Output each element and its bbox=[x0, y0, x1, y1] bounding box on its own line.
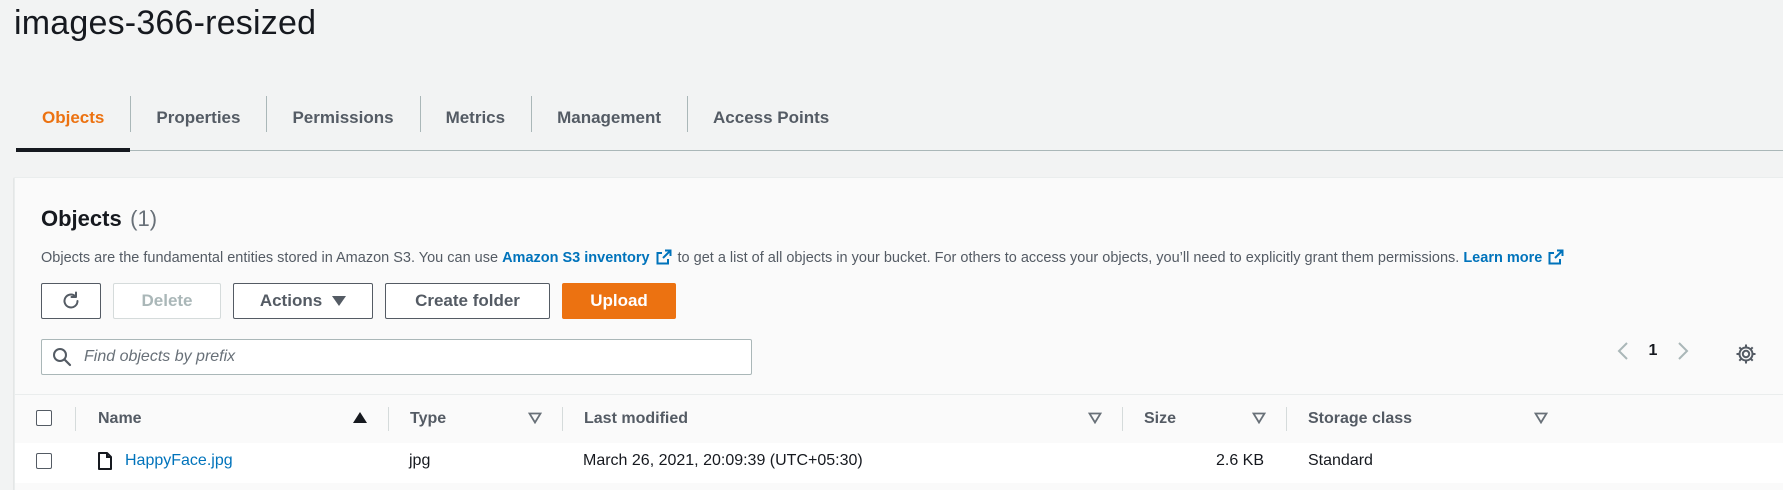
object-count: (1) bbox=[130, 206, 158, 231]
panel-header: Objects (1) bbox=[41, 206, 157, 232]
column-last-modified-label: Last modified bbox=[584, 410, 689, 427]
column-size-label: Size bbox=[1144, 410, 1177, 427]
column-size[interactable]: Size bbox=[1122, 395, 1286, 443]
tab-metrics[interactable]: Metrics bbox=[419, 86, 532, 150]
column-type[interactable]: Type bbox=[388, 395, 562, 443]
objects-panel: Objects (1) Objects are the fundamental … bbox=[14, 177, 1783, 490]
row-checkbox[interactable] bbox=[36, 453, 52, 469]
search-input[interactable] bbox=[82, 347, 751, 367]
description-text-2: to get a list of all objects in your buc… bbox=[677, 250, 1460, 266]
create-folder-button[interactable]: Create folder bbox=[385, 283, 550, 319]
description-text-1: Objects are the fundamental entities sto… bbox=[41, 250, 499, 266]
actions-button[interactable]: Actions bbox=[233, 283, 373, 319]
external-link-icon[interactable] bbox=[656, 249, 672, 265]
tab-access-points[interactable]: Access Points bbox=[687, 86, 855, 150]
caret-down-icon bbox=[332, 296, 347, 306]
sort-descending-icon bbox=[1534, 412, 1548, 424]
object-name-cell: HappyFace.jpg bbox=[97, 443, 233, 479]
table-row[interactable]: HappyFace.jpg jpg March 26, 2021, 20:09:… bbox=[15, 443, 1783, 483]
tab-management[interactable]: Management bbox=[531, 86, 687, 150]
actions-label: Actions bbox=[259, 291, 323, 310]
column-name-label: Name bbox=[98, 410, 142, 427]
object-storage-class-cell: Standard bbox=[1308, 452, 1373, 469]
sort-ascending-icon bbox=[353, 412, 367, 423]
chevron-right-icon[interactable] bbox=[1675, 341, 1691, 361]
object-size-cell: 2.6 KB bbox=[1215, 452, 1264, 469]
learn-more-link[interactable]: Learn more bbox=[1463, 250, 1542, 266]
sort-descending-icon bbox=[1252, 412, 1266, 424]
pagination: 1 bbox=[1615, 341, 1691, 361]
page-number[interactable]: 1 bbox=[1643, 342, 1663, 360]
bucket-title: images-366-resized bbox=[14, 4, 317, 42]
refresh-button[interactable] bbox=[41, 283, 101, 319]
search-box bbox=[41, 339, 752, 375]
tab-properties[interactable]: Properties bbox=[130, 86, 266, 150]
sort-descending-icon bbox=[528, 412, 542, 424]
sort-descending-icon bbox=[1088, 412, 1102, 424]
upload-button[interactable]: Upload bbox=[562, 283, 676, 319]
delete-button[interactable]: Delete bbox=[113, 283, 221, 319]
object-name-link[interactable]: HappyFace.jpg bbox=[125, 452, 233, 470]
chevron-left-icon[interactable] bbox=[1615, 341, 1631, 361]
refresh-icon bbox=[63, 291, 79, 309]
search-icon bbox=[53, 348, 72, 367]
object-last-modified-cell: March 26, 2021, 20:09:39 (UTC+05:30) bbox=[583, 452, 863, 469]
tab-bar: Objects Properties Permissions Metrics M… bbox=[16, 86, 1783, 152]
file-icon bbox=[98, 452, 112, 470]
column-type-label: Type bbox=[410, 410, 447, 427]
tab-permissions[interactable]: Permissions bbox=[266, 86, 419, 150]
column-storage-class[interactable]: Storage class bbox=[1286, 395, 1556, 443]
tab-objects[interactable]: Objects bbox=[16, 86, 131, 152]
table-header: Name Type Last modified Size Storage cla… bbox=[15, 394, 1783, 444]
select-all-checkbox[interactable] bbox=[36, 410, 52, 426]
gear-icon[interactable] bbox=[1735, 343, 1757, 365]
toolbar: Delete Actions Create folder Upload bbox=[41, 283, 676, 319]
inventory-link[interactable]: Amazon S3 inventory bbox=[502, 250, 649, 266]
column-last-modified[interactable]: Last modified bbox=[562, 395, 1122, 443]
panel-description: Objects are the fundamental entities sto… bbox=[41, 249, 1570, 266]
object-type-cell: jpg bbox=[409, 452, 431, 469]
panel-title: Objects bbox=[41, 206, 122, 231]
column-storage-class-label: Storage class bbox=[1308, 410, 1413, 427]
external-link-icon[interactable] bbox=[1548, 249, 1564, 265]
column-name[interactable]: Name bbox=[75, 395, 388, 443]
